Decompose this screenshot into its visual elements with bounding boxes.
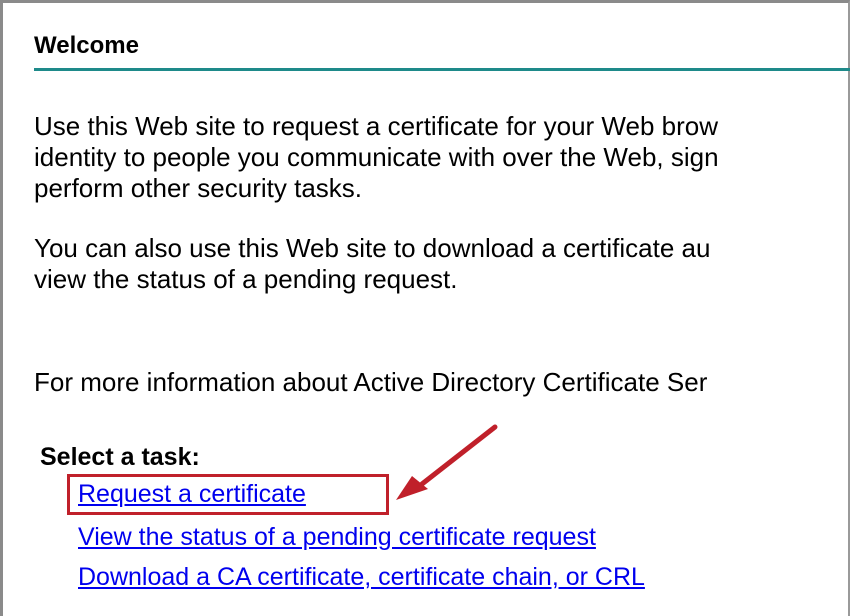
title-divider xyxy=(34,68,850,71)
intro-line: You can also use this Web site to downlo… xyxy=(34,233,711,263)
intro-line: perform other security tasks. xyxy=(34,173,362,203)
view-pending-request-link[interactable]: View the status of a pending certificate… xyxy=(78,522,596,552)
intro-line: view the status of a pending request. xyxy=(34,264,458,294)
intro-line: For more information about Active Direct… xyxy=(34,367,708,397)
page-content: Welcome Use this Web site to request a c… xyxy=(34,30,850,616)
intro-line: identity to people you communicate with … xyxy=(34,142,719,172)
intro-paragraph-1: Use this Web site to request a certifica… xyxy=(34,111,850,204)
request-certificate-link[interactable]: Request a certificate xyxy=(78,479,306,509)
select-task-heading: Select a task: xyxy=(40,443,200,471)
intro-paragraph-2: You can also use this Web site to downlo… xyxy=(34,233,850,295)
intro-line: Use this Web site to request a certifica… xyxy=(34,111,718,141)
intro-paragraph-3: For more information about Active Direct… xyxy=(34,367,850,398)
page-title: Welcome xyxy=(34,32,139,59)
download-ca-certificate-link[interactable]: Download a CA certificate, certificate c… xyxy=(78,562,645,592)
